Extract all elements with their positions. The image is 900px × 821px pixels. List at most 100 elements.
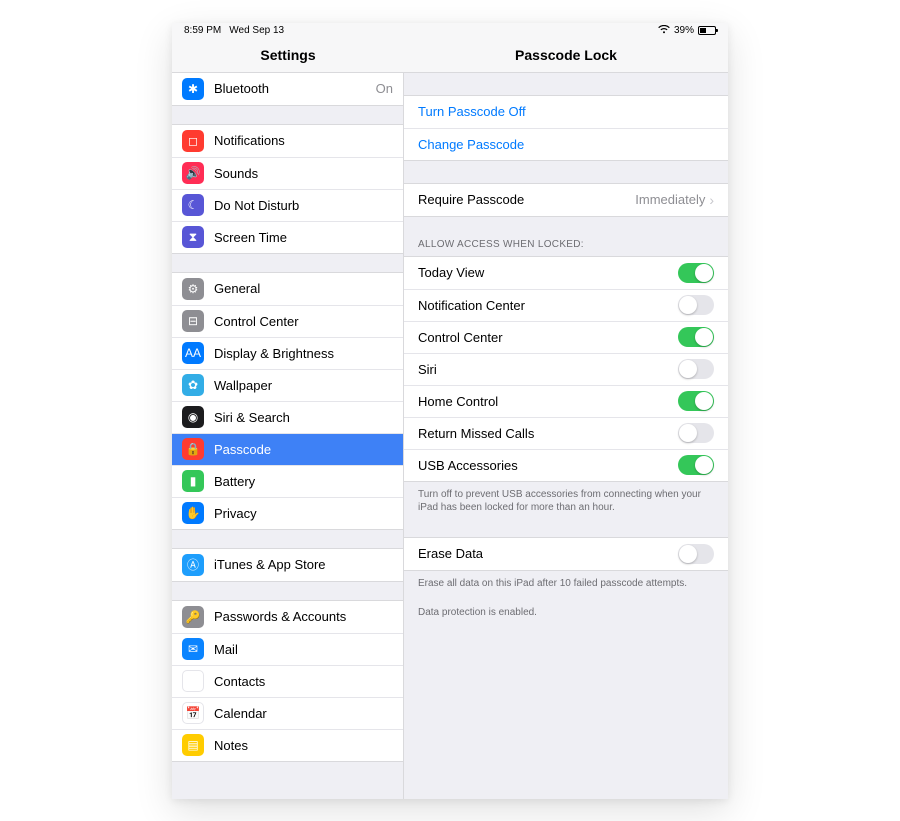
- usb-footer-note: Turn off to prevent USB accessories from…: [404, 482, 728, 515]
- sidebar-item-contacts[interactable]: ☺ Contacts: [172, 665, 403, 697]
- allow-toggle[interactable]: [678, 295, 714, 315]
- allow-toggle[interactable]: [678, 391, 714, 411]
- allow-toggle[interactable]: [678, 455, 714, 475]
- sidebar-item-label: Do Not Disturb: [214, 198, 393, 213]
- require-passcode-row[interactable]: Require Passcode Immediately ›: [404, 184, 728, 216]
- mail-icon: ✉: [182, 638, 204, 660]
- battery-icon: [698, 26, 716, 35]
- sidebar-item-label: Wallpaper: [214, 378, 393, 393]
- allow-row-siri[interactable]: Siri: [404, 353, 728, 385]
- sidebar-item-wallpaper[interactable]: ✿ Wallpaper: [172, 369, 403, 401]
- sidebar-item-value: On: [376, 81, 393, 96]
- sidebar-item-label: Passwords & Accounts: [214, 609, 393, 624]
- sidebar-item-label: Display & Brightness: [214, 346, 393, 361]
- settings-sidebar[interactable]: ✱BluetoothOn ◻Notifications 🔊 Sounds ☾ Do Not…: [172, 73, 404, 799]
- allow-row-home-control[interactable]: Home Control: [404, 385, 728, 417]
- sidebar-item-mail[interactable]: ✉ Mail: [172, 633, 403, 665]
- sidebar-item-notes[interactable]: ▤ Notes: [172, 729, 403, 761]
- sidebar-item-label: Notifications: [214, 133, 393, 148]
- sidebar-item-label: Control Center: [214, 314, 393, 329]
- passcode-detail-pane[interactable]: Turn Passcode Off Change Passcode Requir…: [404, 73, 728, 799]
- wallpaper-icon: ✿: [182, 374, 204, 396]
- contacts-icon: ☺: [182, 670, 204, 692]
- allow-row-label: Siri: [418, 362, 678, 377]
- erase-footer-note: Erase all data on this iPad after 10 fai…: [404, 571, 728, 591]
- sidebar-item-passcode[interactable]: 🔒 Passcode: [172, 433, 403, 465]
- erase-data-row[interactable]: Erase Data: [404, 538, 728, 570]
- sidebar-item-general[interactable]: ⚙General: [172, 273, 403, 305]
- allow-row-today-view[interactable]: Today View: [404, 257, 728, 289]
- status-battery-pct: 39%: [674, 25, 694, 36]
- require-passcode-label: Require Passcode: [418, 192, 635, 207]
- allow-access-header: ALLOW ACCESS WHEN LOCKED:: [404, 217, 728, 256]
- status-date: Wed Sep 13: [229, 25, 284, 36]
- sidebar-item-do-not-disturb[interactable]: ☾ Do Not Disturb: [172, 189, 403, 221]
- allow-toggle[interactable]: [678, 263, 714, 283]
- turn-passcode-off-row[interactable]: Turn Passcode Off: [404, 96, 728, 128]
- sidebar-item-label: Battery: [214, 474, 393, 489]
- allow-row-label: Home Control: [418, 394, 678, 409]
- sidebar-item-label: General: [214, 281, 393, 296]
- sounds-icon: 🔊: [182, 162, 204, 184]
- ipad-settings-window: 8:59 PM Wed Sep 13 39% Settings Passcode…: [172, 23, 728, 799]
- notes-icon: ▤: [182, 734, 204, 756]
- allow-toggle[interactable]: [678, 359, 714, 379]
- passcode-icon: 🔒: [182, 438, 204, 460]
- header-bar: Settings Passcode Lock: [172, 39, 728, 73]
- controlcenter-icon: ⊟: [182, 310, 204, 332]
- sidebar-item-label: iTunes & App Store: [214, 557, 393, 572]
- allow-row-return-missed-calls[interactable]: Return Missed Calls: [404, 417, 728, 449]
- sidebar-item-label: Sounds: [214, 166, 393, 181]
- sidebar-item-label: Notes: [214, 738, 393, 753]
- appstore-icon: Ⓐ: [182, 554, 204, 576]
- protection-footer-note: Data protection is enabled.: [404, 600, 728, 620]
- change-passcode-row[interactable]: Change Passcode: [404, 128, 728, 160]
- sidebar-item-sounds[interactable]: 🔊 Sounds: [172, 157, 403, 189]
- sidebar-item-label: Calendar: [214, 706, 393, 721]
- display-icon: AA: [182, 342, 204, 364]
- passwords-icon: 🔑: [182, 606, 204, 628]
- allow-row-label: Control Center: [418, 330, 678, 345]
- sidebar-item-control-center[interactable]: ⊟ Control Center: [172, 305, 403, 337]
- allow-row-notification-center[interactable]: Notification Center: [404, 289, 728, 321]
- sidebar-item-label: Screen Time: [214, 230, 393, 245]
- sidebar-item-label: Contacts: [214, 674, 393, 689]
- turn-passcode-off-label: Turn Passcode Off: [418, 104, 714, 119]
- sidebar-item-itunes-app-store[interactable]: ⒶiTunes & App Store: [172, 549, 403, 581]
- change-passcode-label: Change Passcode: [418, 137, 714, 152]
- erase-data-label: Erase Data: [418, 546, 678, 561]
- sidebar-item-display-brightness[interactable]: AA Display & Brightness: [172, 337, 403, 369]
- chevron-right-icon: ›: [709, 192, 714, 208]
- status-bar: 8:59 PM Wed Sep 13 39%: [172, 23, 728, 39]
- allow-row-label: Notification Center: [418, 298, 678, 313]
- wifi-icon: [658, 25, 670, 37]
- erase-data-toggle[interactable]: [678, 544, 714, 564]
- sidebar-item-label: Mail: [214, 642, 393, 657]
- sidebar-item-bluetooth[interactable]: ✱BluetoothOn: [172, 73, 403, 105]
- allow-toggle[interactable]: [678, 423, 714, 443]
- sidebar-item-label: Passcode: [214, 442, 393, 457]
- sidebar-item-label: Privacy: [214, 506, 393, 521]
- sidebar-item-label: Bluetooth: [214, 81, 376, 96]
- allow-row-control-center[interactable]: Control Center: [404, 321, 728, 353]
- sidebar-item-passwords-accounts[interactable]: 🔑 Passwords & Accounts: [172, 601, 403, 633]
- siri-icon: ◉: [182, 406, 204, 428]
- allow-row-label: Today View: [418, 265, 678, 280]
- sidebar-item-siri-search[interactable]: ◉ Siri & Search: [172, 401, 403, 433]
- sidebar-item-privacy[interactable]: ✋Privacy: [172, 497, 403, 529]
- allow-row-label: Return Missed Calls: [418, 426, 678, 441]
- sidebar-item-calendar[interactable]: 📅 Calendar: [172, 697, 403, 729]
- sidebar-item-label: Siri & Search: [214, 410, 393, 425]
- require-passcode-value: Immediately: [635, 192, 705, 207]
- allow-row-label: USB Accessories: [418, 458, 678, 473]
- sidebar-item-battery[interactable]: ▮ Battery: [172, 465, 403, 497]
- sidebar-item-notifications[interactable]: ◻Notifications: [172, 125, 403, 157]
- dnd-icon: ☾: [182, 194, 204, 216]
- detail-title: Passcode Lock: [404, 39, 728, 72]
- sidebar-title: Settings: [172, 39, 404, 72]
- battery-icon: ▮: [182, 470, 204, 492]
- allow-toggle[interactable]: [678, 327, 714, 347]
- sidebar-item-screen-time[interactable]: ⧗Screen Time: [172, 221, 403, 253]
- calendar-icon: 📅: [182, 702, 204, 724]
- allow-row-usb-accessories[interactable]: USB Accessories: [404, 449, 728, 481]
